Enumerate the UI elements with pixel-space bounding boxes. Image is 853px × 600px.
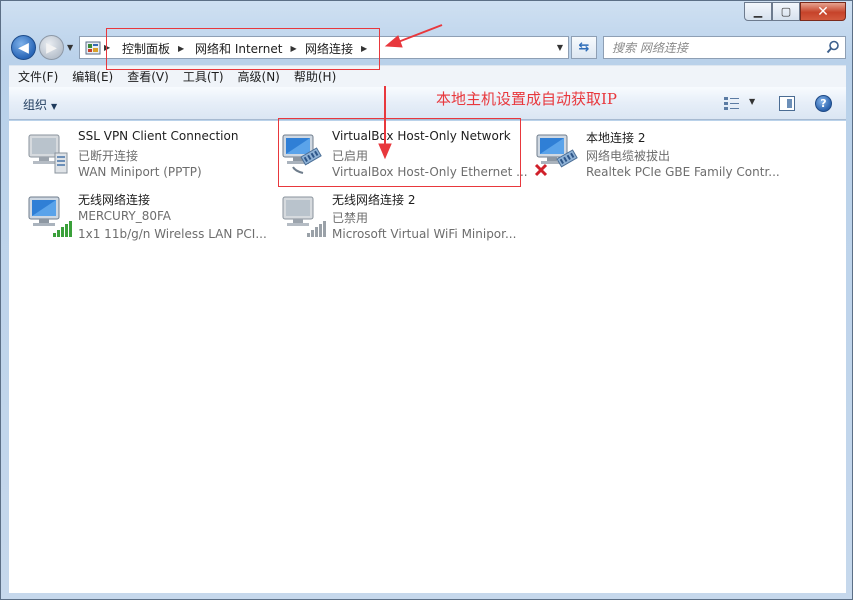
annotation-arrows: [378, 24, 443, 160]
annotation-arrow-to-address: [397, 24, 443, 43]
annotation-arrowhead: [378, 143, 392, 160]
annotation-arrowhead: [384, 35, 403, 48]
